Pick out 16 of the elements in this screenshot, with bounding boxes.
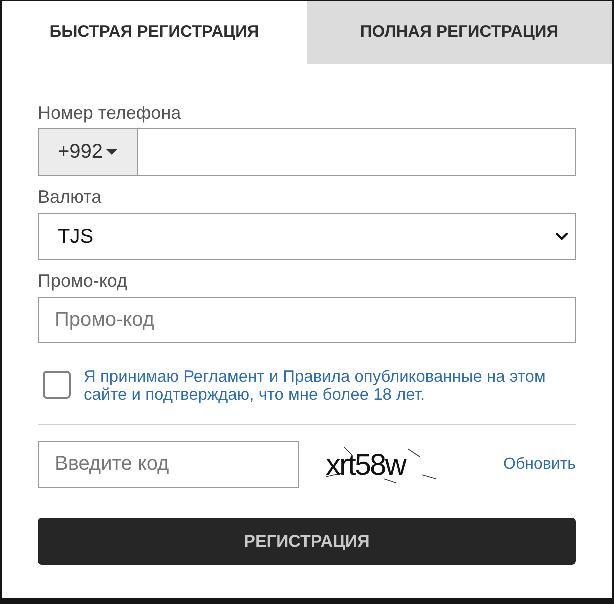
caret-icon bbox=[106, 149, 118, 155]
tab[interactable]: ПОЛНАЯ РЕГИСТРАЦИЯ bbox=[307, 1, 612, 64]
field-label: Валюта bbox=[38, 187, 103, 207]
agreement-label[interactable]: Я принимаю Регламент и Правила опубликованные на этом сайте и подтверждаю, что мне более 18 лет. bbox=[84, 368, 554, 404]
refresh-link[interactable]: Обновить bbox=[504, 452, 576, 476]
register-button[interactable]: РЕГИСТРАЦИЯ bbox=[38, 518, 576, 565]
field-label: Промо-код bbox=[38, 271, 129, 291]
checkbox[interactable] bbox=[43, 371, 71, 399]
currency-select[interactable]: TJS bbox=[38, 213, 576, 260]
field-label: Номер телефона bbox=[38, 103, 182, 123]
promo-code-input-field[interactable]: Промо-код bbox=[38, 297, 576, 343]
captcha-image: xrt58w bbox=[324, 444, 442, 484]
chevron-down-icon bbox=[556, 233, 568, 240]
captcha-input-field[interactable]: Введите код bbox=[38, 441, 299, 488]
country-code-dropdown[interactable]: +992 bbox=[38, 128, 138, 176]
phone-input-field[interactable] bbox=[138, 128, 576, 176]
